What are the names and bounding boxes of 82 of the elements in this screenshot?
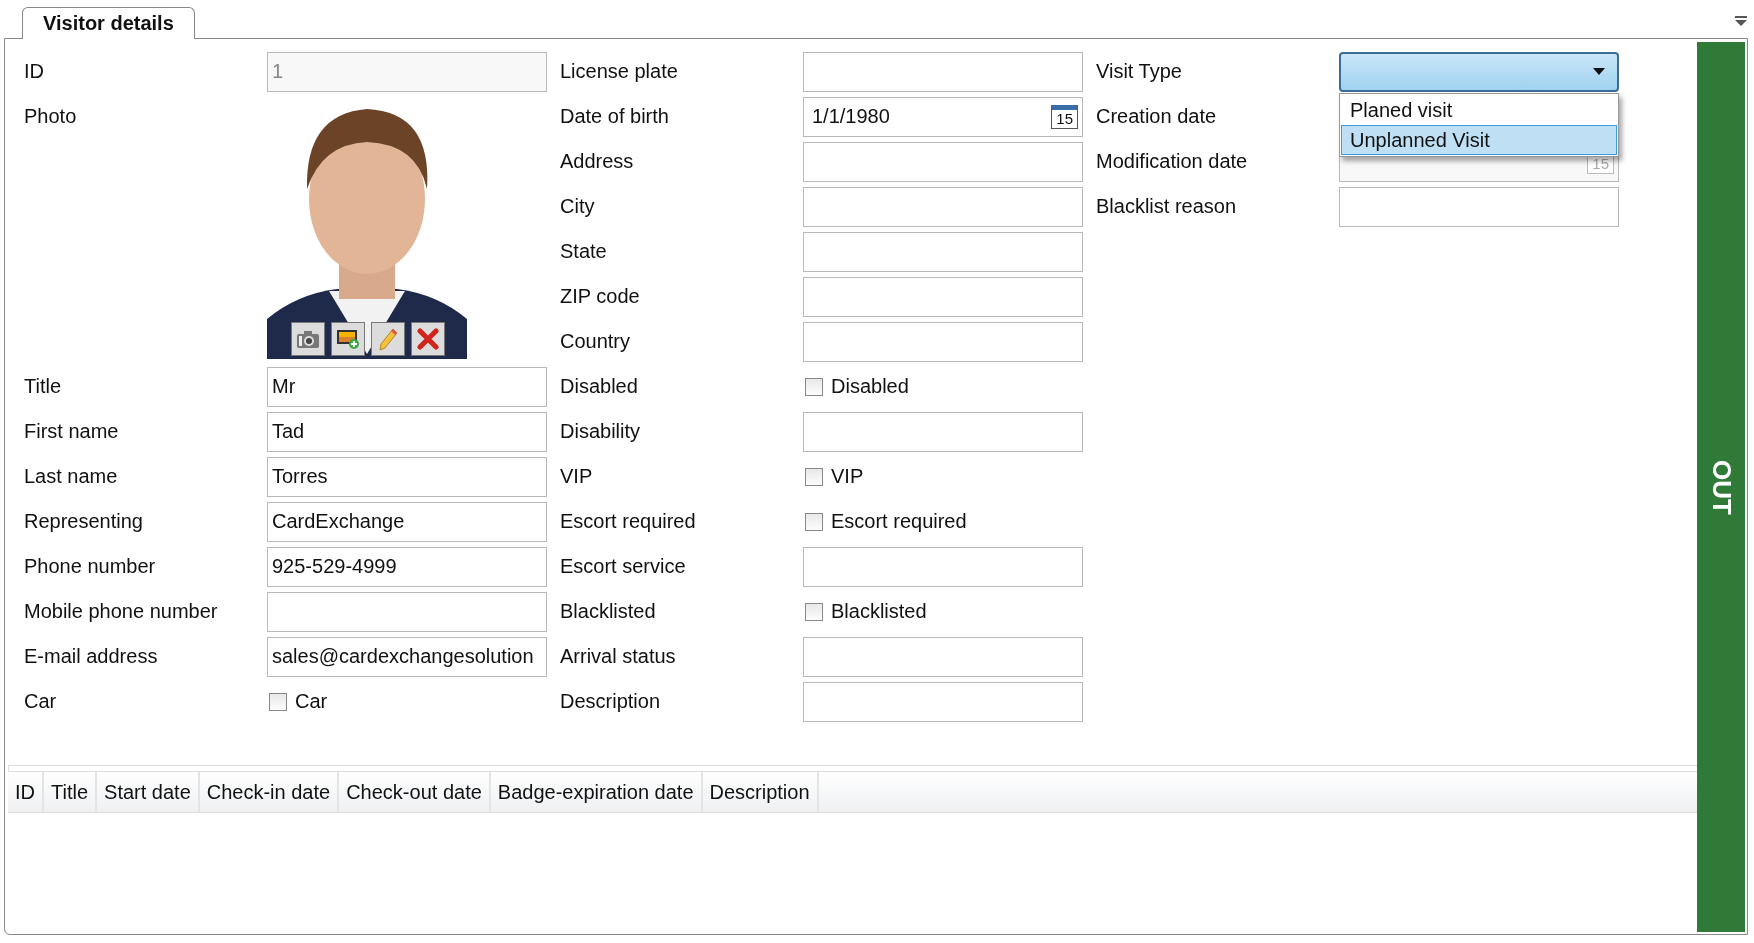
tab[interactable]: Visitor details bbox=[22, 7, 195, 39]
caret-icon bbox=[1593, 68, 1605, 75]
field-label: Mobile phone number bbox=[24, 600, 219, 623]
status-button[interactable]: OUT bbox=[1697, 42, 1745, 932]
input-field[interactable] bbox=[803, 411, 1083, 452]
column-header[interactable]: Badge-expiration date bbox=[490, 772, 703, 812]
input-field[interactable]: Torres bbox=[267, 456, 547, 497]
field-label: Representing bbox=[24, 510, 144, 533]
camera-icon bbox=[296, 329, 320, 349]
input-field[interactable] bbox=[803, 321, 1083, 362]
field-label: Description bbox=[560, 690, 662, 713]
column-header[interactable]: Title bbox=[44, 772, 98, 812]
field-label: Creation date bbox=[1096, 105, 1218, 128]
column-header[interactable]: Check-in date bbox=[199, 772, 340, 812]
checkbox[interactable] bbox=[269, 692, 287, 711]
field-label: Visit Type bbox=[1096, 60, 1183, 83]
field-label: First name bbox=[24, 420, 120, 443]
field-label: ID bbox=[24, 60, 45, 83]
field-label: Arrival status bbox=[560, 645, 677, 668]
field-label: Phone number bbox=[24, 555, 157, 578]
field-label: Blacklist reason bbox=[1096, 195, 1238, 218]
edit-button[interactable] bbox=[371, 322, 405, 356]
input-field[interactable] bbox=[803, 186, 1083, 227]
column-header[interactable]: Start date bbox=[97, 772, 200, 812]
input-field[interactable] bbox=[803, 231, 1083, 272]
camera-button[interactable] bbox=[291, 322, 325, 356]
checkbox[interactable] bbox=[805, 377, 823, 396]
input-field[interactable]: Tad bbox=[267, 411, 547, 452]
input-field[interactable] bbox=[803, 681, 1083, 722]
column-header[interactable]: ID bbox=[8, 772, 44, 812]
column-header[interactable]: Check-out date bbox=[339, 772, 491, 812]
input-field[interactable]: CardExchange bbox=[267, 501, 547, 542]
field-label: Blacklisted bbox=[560, 600, 657, 623]
field-label: Modification date bbox=[1096, 150, 1249, 173]
input-field[interactable]: 925-529-4999 bbox=[267, 546, 547, 587]
input-field[interactable] bbox=[803, 636, 1083, 677]
checkbox-label: Disabled bbox=[831, 375, 909, 398]
checkbox-label: Blacklisted bbox=[831, 600, 927, 623]
calendar-button[interactable]: 15 bbox=[1051, 104, 1078, 129]
dropdown[interactable] bbox=[1339, 51, 1619, 92]
field-label: Title bbox=[24, 375, 63, 398]
input-field[interactable] bbox=[803, 141, 1083, 182]
field-label: Car bbox=[24, 690, 58, 713]
field-label: Disabled bbox=[560, 375, 639, 398]
caret-icon[interactable] bbox=[1734, 14, 1748, 28]
input-field[interactable] bbox=[267, 591, 547, 632]
image-add-icon bbox=[336, 328, 360, 350]
field-label: License plate bbox=[560, 60, 679, 83]
dropdown-option[interactable]: Unplanned Visit bbox=[1341, 124, 1617, 155]
date-value: 1/1/1980 bbox=[811, 105, 890, 128]
field-label: Address bbox=[560, 150, 635, 173]
field-label: VIP bbox=[560, 465, 594, 488]
input-field[interactable] bbox=[803, 546, 1083, 587]
field-label: State bbox=[560, 240, 608, 263]
delete-button[interactable] bbox=[411, 322, 445, 356]
checkbox[interactable] bbox=[805, 602, 823, 621]
field-label: ZIP code bbox=[560, 285, 641, 308]
field-label: City bbox=[560, 195, 596, 218]
input-field[interactable]: Mr bbox=[267, 366, 547, 407]
checkbox-label: Escort required bbox=[831, 510, 967, 533]
field-label: Last name bbox=[24, 465, 119, 488]
checkbox[interactable] bbox=[805, 512, 823, 531]
dropdown-option[interactable]: Planed visit bbox=[1341, 94, 1617, 125]
field-label: Escort required bbox=[560, 510, 697, 533]
input-field[interactable] bbox=[803, 51, 1083, 92]
column-header[interactable]: Description bbox=[702, 772, 819, 812]
field-label: Date of birth bbox=[560, 105, 670, 128]
input-field[interactable] bbox=[1339, 186, 1619, 227]
field-label: E-mail address bbox=[24, 645, 159, 668]
field-label: Escort service bbox=[560, 555, 687, 578]
field-label: Photo bbox=[24, 104, 78, 129]
date-field[interactable]: 1/1/1980 15 bbox=[803, 96, 1083, 137]
delete-icon bbox=[417, 328, 439, 350]
field-label: Disability bbox=[560, 420, 642, 443]
add-image-button[interactable] bbox=[331, 322, 365, 356]
field-label: Country bbox=[560, 330, 632, 353]
checkbox[interactable] bbox=[805, 467, 823, 486]
input-field[interactable] bbox=[803, 276, 1083, 317]
checkbox-label: VIP bbox=[831, 465, 864, 488]
checkbox-label: Car bbox=[295, 690, 328, 713]
pencil-icon bbox=[377, 327, 399, 351]
input-field[interactable]: sales@cardexchangesolution bbox=[267, 636, 547, 677]
